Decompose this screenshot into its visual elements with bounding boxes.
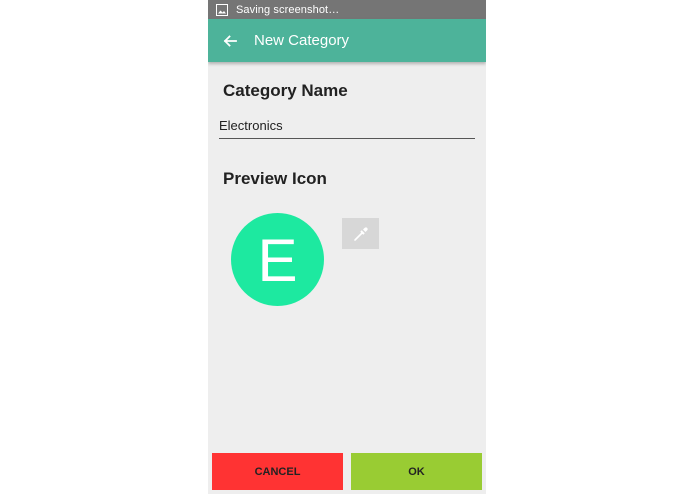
phone-screen: Saving screenshot… New Category Category…	[208, 0, 486, 494]
status-text: Saving screenshot…	[236, 3, 340, 16]
color-picker-button[interactable]	[342, 218, 379, 249]
preview-icon-letter: E	[257, 226, 298, 294]
preview-icon-circle: E	[231, 213, 324, 306]
app-bar: New Category	[208, 19, 486, 62]
ok-button[interactable]: OK	[351, 453, 482, 490]
status-bar: Saving screenshot…	[208, 0, 486, 19]
category-name-input[interactable]	[219, 113, 475, 139]
arrow-back-icon[interactable]	[220, 31, 240, 51]
page-title: New Category	[254, 32, 350, 49]
image-icon	[216, 3, 228, 16]
category-name-label: Category Name	[223, 81, 348, 100]
cancel-button[interactable]: CANCEL	[212, 453, 343, 490]
preview-icon-label: Preview Icon	[223, 169, 327, 188]
eyedropper-icon	[352, 225, 370, 243]
